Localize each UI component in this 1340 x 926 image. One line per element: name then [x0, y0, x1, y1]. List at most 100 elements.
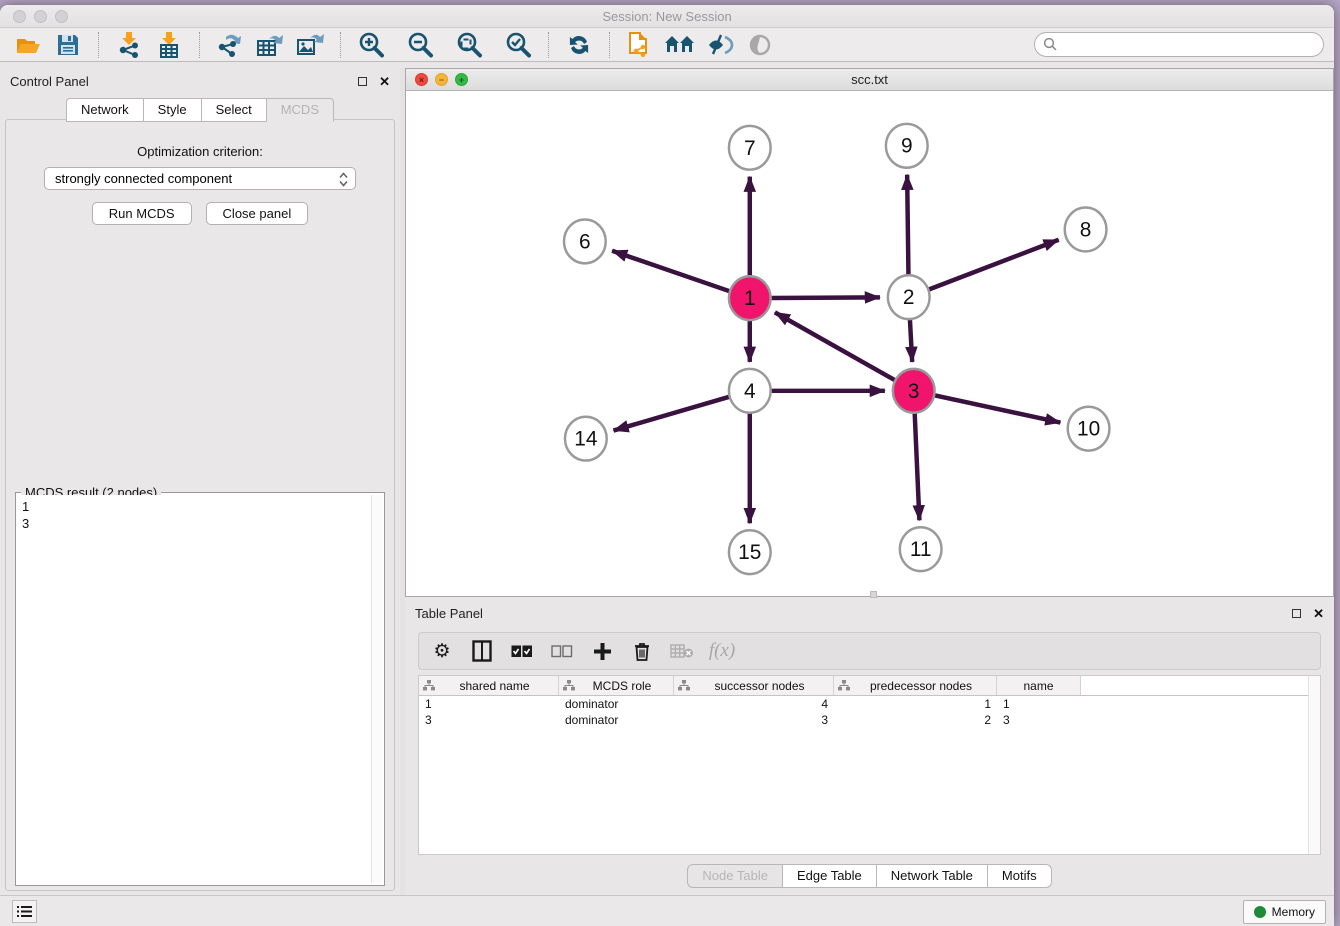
- graph-node-1[interactable]: 1: [729, 276, 771, 320]
- graph-node-2[interactable]: 2: [888, 275, 930, 319]
- splitter-grip[interactable]: [870, 591, 877, 598]
- task-history-button[interactable]: [12, 900, 37, 923]
- table-cell[interactable]: 3: [997, 713, 1081, 727]
- network-minimize-icon[interactable]: −: [435, 73, 448, 86]
- delete-table-icon[interactable]: [669, 638, 695, 664]
- column-header-name[interactable]: name: [997, 676, 1081, 695]
- graph-node-10[interactable]: 10: [1068, 407, 1110, 451]
- table-row[interactable]: 1dominator411: [419, 696, 1320, 712]
- zoom-out-icon[interactable]: [403, 31, 437, 59]
- graph-edge-2-3[interactable]: [910, 319, 912, 362]
- list-icon: [17, 905, 32, 918]
- graph-edge-1-6[interactable]: [612, 251, 729, 291]
- main-toolbar: [0, 28, 1334, 62]
- zoom-fit-icon[interactable]: [452, 31, 486, 59]
- graph-node-4[interactable]: 4: [729, 369, 771, 413]
- tab-network[interactable]: Network: [66, 98, 143, 122]
- network-canvas[interactable]: 7 9 6 8 1 2 4 3 14 10 15 11: [407, 92, 1332, 595]
- graph-edge-4-14[interactable]: [614, 397, 729, 431]
- table-cell[interactable]: 2: [834, 713, 997, 727]
- export-image-icon[interactable]: [293, 31, 327, 59]
- close-table-panel-icon[interactable]: ✕: [1313, 607, 1324, 620]
- export-network-icon[interactable]: [213, 31, 247, 59]
- table-cell[interactable]: 1: [419, 697, 559, 711]
- graph-edge-2-8[interactable]: [929, 240, 1059, 290]
- table-cell[interactable]: 1: [997, 697, 1081, 711]
- network-close-icon[interactable]: ×: [415, 73, 428, 86]
- graph-node-7[interactable]: 7: [729, 126, 771, 170]
- table-cell[interactable]: 4: [674, 697, 834, 711]
- eye-icon[interactable]: [743, 31, 777, 59]
- svg-text:3: 3: [908, 380, 920, 403]
- zoom-in-icon[interactable]: [354, 31, 388, 59]
- graph-node-14[interactable]: 14: [565, 417, 607, 461]
- column-header-shared-name[interactable]: shared name: [419, 676, 559, 695]
- export-table-icon[interactable]: [253, 31, 287, 59]
- tab-network-table[interactable]: Network Table: [876, 864, 987, 888]
- zoom-selected-icon[interactable]: [501, 31, 535, 59]
- tab-edge-table[interactable]: Edge Table: [782, 864, 876, 888]
- table-cell[interactable]: 3: [674, 713, 834, 727]
- table-cell[interactable]: 1: [834, 697, 997, 711]
- graph-edge-3-1[interactable]: [775, 312, 895, 380]
- graph-node-9[interactable]: 9: [886, 124, 928, 168]
- table-cell[interactable]: dominator: [559, 713, 674, 727]
- mcds-result-text[interactable]: 1 3: [18, 495, 371, 883]
- tab-motifs[interactable]: Motifs: [987, 864, 1052, 888]
- graph-node-15[interactable]: 15: [729, 530, 771, 574]
- import-table-icon[interactable]: [152, 31, 186, 59]
- network-maximize-icon[interactable]: +: [455, 73, 468, 86]
- table-cell[interactable]: dominator: [559, 697, 674, 711]
- refresh-icon[interactable]: [562, 31, 596, 59]
- graph-node-11[interactable]: 11: [900, 527, 942, 571]
- tab-style[interactable]: Style: [143, 98, 201, 122]
- minimize-window-button[interactable]: [34, 10, 47, 23]
- graph-node-6[interactable]: 6: [564, 219, 606, 263]
- trash-icon[interactable]: [629, 638, 655, 664]
- graph-node-3[interactable]: 3: [893, 369, 935, 413]
- optimization-criterion-select[interactable]: strongly connected component: [44, 167, 356, 190]
- run-mcds-button[interactable]: Run MCDS: [92, 202, 192, 225]
- open-folder-icon[interactable]: [11, 31, 45, 59]
- eye-slash-icon[interactable]: [703, 31, 737, 59]
- svg-text:4: 4: [744, 380, 756, 403]
- column-header-mcds-role[interactable]: MCDS role: [559, 676, 674, 695]
- graph-edge-3-11[interactable]: [915, 413, 920, 521]
- result-scrollbar[interactable]: [371, 495, 382, 883]
- deselect-all-icon[interactable]: [549, 638, 575, 664]
- graph-node-8[interactable]: 8: [1065, 208, 1107, 252]
- float-panel-icon[interactable]: [358, 77, 367, 86]
- search-input[interactable]: [1058, 37, 1323, 52]
- column-header-predecessor-nodes[interactable]: predecessor nodes: [834, 676, 997, 695]
- function-icon[interactable]: f(x): [709, 638, 735, 664]
- graph-edge-1-2[interactable]: [772, 297, 880, 298]
- float-table-panel-icon[interactable]: [1292, 609, 1301, 618]
- tab-node-table[interactable]: Node Table: [687, 864, 782, 888]
- svg-text:8: 8: [1080, 218, 1092, 241]
- plus-icon[interactable]: [589, 638, 615, 664]
- duplicate-network-icon[interactable]: [623, 31, 657, 59]
- column-header-successor-nodes[interactable]: successor nodes: [674, 676, 834, 695]
- import-network-icon[interactable]: [112, 31, 146, 59]
- search-field[interactable]: [1034, 32, 1324, 57]
- houses-icon[interactable]: [663, 31, 697, 59]
- close-window-button[interactable]: [13, 10, 26, 23]
- graph-edge-2-9[interactable]: [907, 175, 908, 276]
- close-panel-icon[interactable]: ✕: [379, 75, 390, 88]
- gear-icon[interactable]: ⚙: [429, 638, 455, 664]
- memory-status-icon: [1254, 906, 1266, 918]
- table-scrollbar[interactable]: [1308, 676, 1320, 854]
- tab-mcds[interactable]: MCDS: [266, 98, 334, 122]
- tab-select[interactable]: Select: [201, 98, 266, 122]
- close-panel-button[interactable]: Close panel: [206, 202, 309, 225]
- network-graph[interactable]: 7 9 6 8 1 2 4 3 14 10 15 11: [407, 92, 1332, 595]
- save-icon[interactable]: [51, 31, 85, 59]
- memory-button[interactable]: Memory: [1243, 900, 1326, 924]
- table-cell[interactable]: 3: [419, 713, 559, 727]
- columns-icon[interactable]: [469, 638, 495, 664]
- app-window: Session: New Session: [0, 5, 1334, 926]
- table-row[interactable]: 3dominator323: [419, 712, 1320, 728]
- maximize-window-button[interactable]: [55, 10, 68, 23]
- select-all-icon[interactable]: [509, 638, 535, 664]
- graph-edge-3-10[interactable]: [935, 395, 1060, 422]
